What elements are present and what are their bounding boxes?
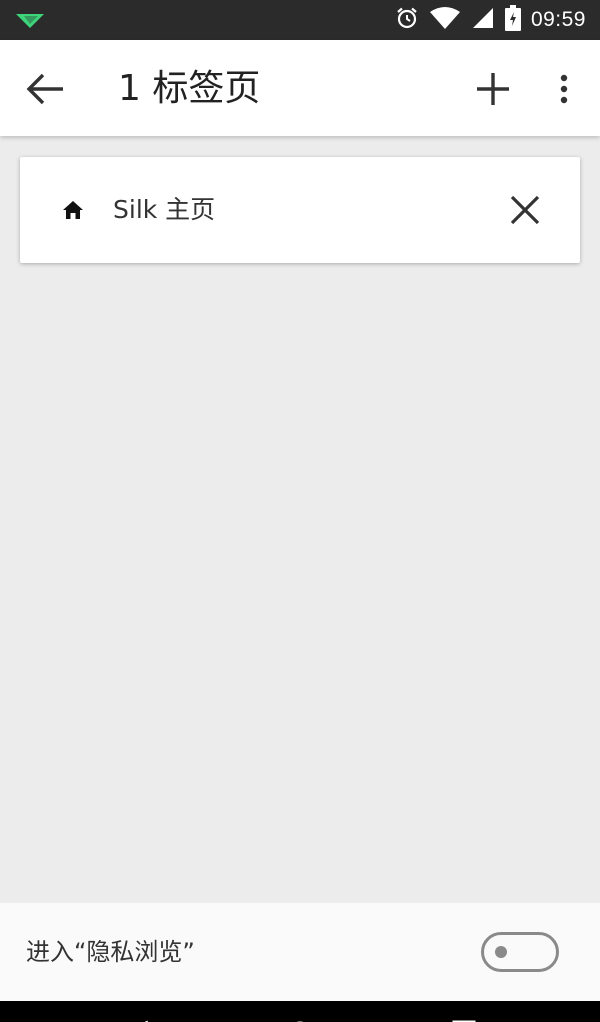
- close-tab-button[interactable]: [500, 187, 550, 233]
- alarm-icon: [395, 6, 419, 34]
- private-browsing-bar: 进入“隐私浏览”: [0, 903, 600, 1001]
- toggle-knob: [495, 946, 507, 958]
- new-tab-button[interactable]: [470, 66, 516, 112]
- private-browsing-toggle[interactable]: [481, 932, 559, 972]
- home-nav-icon[interactable]: [286, 1015, 314, 1022]
- signal-icon: [471, 6, 495, 34]
- tab-card[interactable]: Silk 主页: [20, 157, 580, 263]
- status-time: 09:59: [530, 8, 586, 31]
- toolbar: 1 标签页: [0, 40, 600, 136]
- page-title: 1 标签页: [118, 68, 261, 109]
- notification-app-icon: [16, 10, 46, 34]
- back-nav-icon[interactable]: [128, 1015, 150, 1022]
- system-nav-bar: [0, 1001, 600, 1022]
- recents-nav-icon[interactable]: [452, 1015, 476, 1022]
- battery-icon: [504, 5, 521, 35]
- close-icon: [510, 195, 540, 225]
- wifi-icon: [429, 6, 461, 34]
- tab-switcher-screen: 09:59 1 标签页 Silk 主页 进入“隐私浏览”: [0, 0, 600, 1022]
- private-browsing-label: 进入“隐私浏览”: [26, 938, 195, 966]
- home-icon: [62, 199, 84, 221]
- tab-title: Silk 主页: [113, 195, 216, 224]
- more-options-button[interactable]: [548, 66, 580, 112]
- status-bar: 09:59: [0, 0, 600, 40]
- back-button[interactable]: [22, 66, 68, 112]
- plus-icon: [477, 73, 509, 105]
- more-vert-icon: [560, 74, 568, 104]
- back-arrow-icon: [26, 73, 63, 105]
